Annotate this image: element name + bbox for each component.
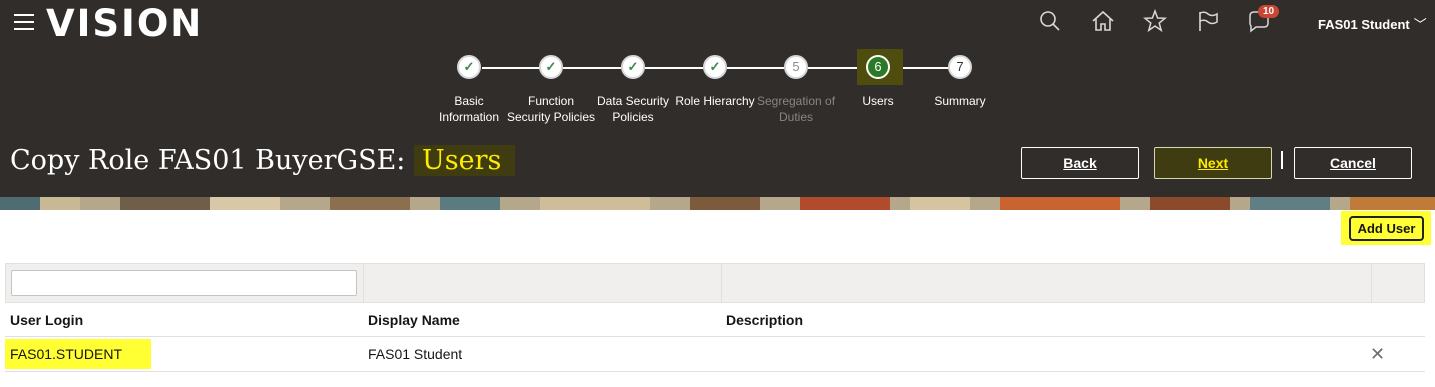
train-stop-function-security-policies[interactable]: ✓	[539, 55, 563, 79]
column-header-user-login[interactable]: User Login	[10, 312, 83, 328]
user-login-filter-input[interactable]	[11, 270, 357, 296]
home-icon[interactable]	[1090, 8, 1116, 34]
table-filter-row	[5, 263, 1425, 303]
train-connector	[563, 67, 621, 69]
cell-display-name: FAS01 Student	[368, 346, 463, 362]
train-stop-data-security-policies[interactable]: ✓	[621, 55, 645, 79]
page-title-highlight: Users	[413, 145, 516, 176]
train-label-users[interactable]: Users	[833, 93, 923, 109]
back-button[interactable]: Back	[1021, 147, 1139, 179]
decorative-banner	[0, 197, 1435, 210]
remove-user-icon[interactable]: ✕	[1370, 344, 1385, 365]
train-label-function-security-policies[interactable]: Function Security Policies	[506, 93, 596, 125]
flag-icon[interactable]	[1195, 8, 1221, 34]
train-label-role-hierarchy[interactable]: Role Hierarchy	[670, 93, 760, 109]
column-header-description[interactable]: Description	[726, 312, 803, 328]
vision-logo[interactable]: VISION	[46, 2, 203, 45]
train-label-basic-information[interactable]: Basic Information	[424, 93, 514, 125]
train-connector	[727, 67, 784, 69]
add-user-button[interactable]: Add User	[1349, 216, 1424, 241]
train-label-data-security-policies[interactable]: Data Security Policies	[588, 93, 678, 125]
page-title: Copy Role FAS01 BuyerGSE: Users	[10, 145, 516, 176]
notification-badge: 10	[1258, 5, 1280, 18]
chevron-down-icon: ﹀	[1413, 17, 1427, 32]
train-stop-basic-information[interactable]: ✓	[457, 55, 481, 79]
column-divider	[721, 264, 722, 302]
cell-user-login: FAS01.STUDENT	[10, 346, 123, 362]
favorites-star-icon[interactable]	[1142, 8, 1168, 34]
train-stop-segregation-of-duties: 5	[784, 55, 808, 79]
user-menu[interactable]: FAS01 Student ﹀	[1318, 14, 1427, 33]
toolbar-separator	[1281, 151, 1283, 169]
app-header: VISION 10 FAS01 Student ﹀ ✓ ✓ ✓ ✓ 5 6 7 B…	[0, 0, 1435, 197]
users-table: User Login Display Name Description FAS0…	[5, 263, 1425, 372]
column-divider	[1371, 264, 1372, 302]
table-row[interactable]: FAS01.STUDENT FAS01 Student ✕	[5, 337, 1425, 372]
cancel-button[interactable]: Cancel	[1294, 147, 1412, 179]
column-header-display-name[interactable]: Display Name	[368, 312, 460, 328]
user-name: FAS01 Student	[1318, 17, 1410, 32]
train-stop-role-hierarchy[interactable]: ✓	[703, 55, 727, 79]
train-stop-users[interactable]: 6	[866, 55, 890, 79]
search-icon[interactable]	[1037, 8, 1063, 34]
column-divider	[363, 264, 364, 302]
hamburger-menu-icon[interactable]	[14, 14, 34, 30]
train-connector	[482, 67, 540, 69]
train-label-segregation-of-duties: Segregation of Duties	[756, 94, 836, 124]
train-connector	[645, 67, 703, 69]
next-button[interactable]: Next	[1154, 147, 1272, 179]
train-label-summary[interactable]: Summary	[915, 93, 1005, 109]
table-header-row: User Login Display Name Description	[5, 303, 1425, 337]
train-stop-summary[interactable]: 7	[948, 55, 972, 79]
